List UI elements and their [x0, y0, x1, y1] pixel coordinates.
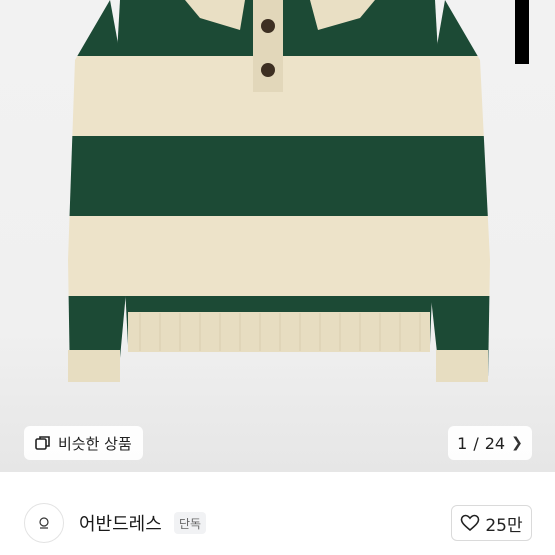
- seller-name[interactable]: 어반드레스: [79, 510, 162, 536]
- similar-products-button[interactable]: 비슷한 상품: [24, 426, 143, 460]
- seller-avatar[interactable]: [24, 503, 64, 543]
- exclusive-badge: 단독: [174, 512, 207, 534]
- product-photo[interactable]: [0, 0, 555, 472]
- image-counter-current: 1: [457, 433, 468, 453]
- scroll-indicator: [515, 0, 529, 64]
- seller-logo-icon: [39, 517, 49, 529]
- sweater-image: [68, 0, 490, 382]
- similar-products-icon: [34, 434, 52, 452]
- image-counter-separator: /: [473, 433, 479, 453]
- chevron-right-icon[interactable]: ❯: [511, 435, 523, 451]
- similar-products-label: 비슷한 상품: [58, 434, 132, 453]
- image-counter-total: 24: [484, 433, 506, 453]
- image-counter[interactable]: 1 / 24 ❯: [448, 426, 532, 460]
- like-button[interactable]: 25만: [451, 505, 532, 541]
- like-count: 25만: [485, 515, 523, 536]
- heart-outline-icon: [461, 514, 480, 532]
